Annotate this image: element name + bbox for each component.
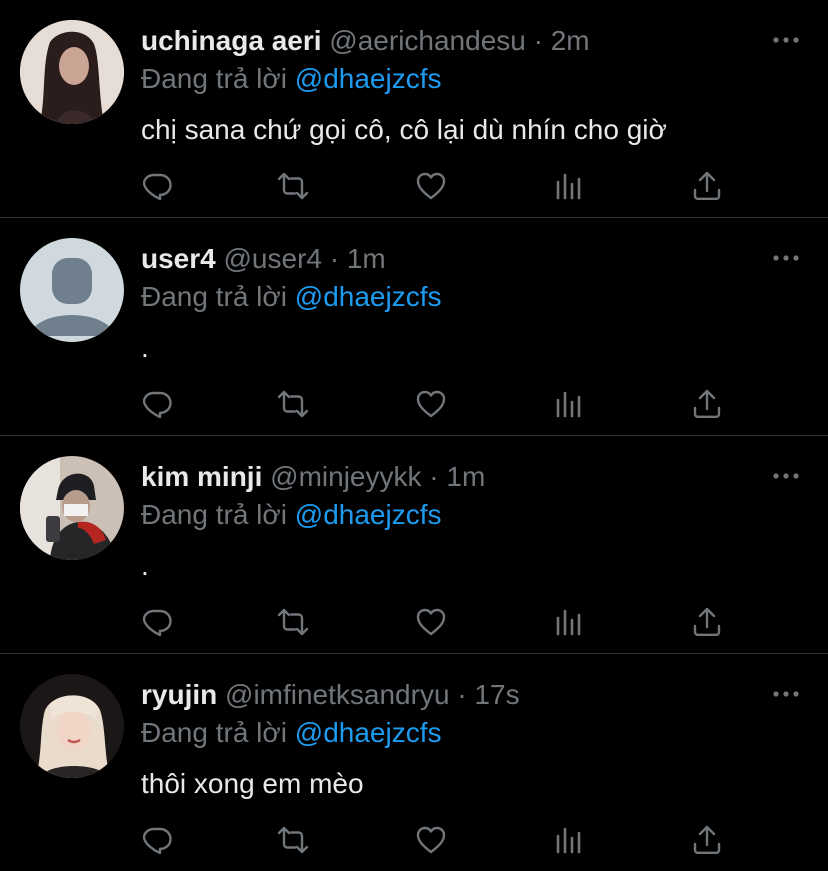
stats-icon[interactable]	[553, 170, 589, 206]
mention-link[interactable]: @dhaejzcfs	[295, 717, 442, 748]
tweet-item[interactable]: kim minji @minjeyykk · 1m Đang trả lời @…	[0, 436, 828, 654]
tweet-text: .	[141, 332, 149, 363]
user-handle[interactable]: @aerichandesu	[329, 25, 526, 56]
stats-icon[interactable]	[553, 388, 589, 424]
user-handle[interactable]: @user4	[224, 243, 322, 274]
action-bar	[141, 170, 781, 206]
reply-feed: uchinaga aeri @aerichandesu · 2m Đang tr…	[0, 0, 828, 871]
timestamp[interactable]: 1m	[347, 243, 386, 274]
display-name[interactable]: uchinaga aeri	[141, 25, 322, 56]
display-name[interactable]: user4	[141, 243, 216, 274]
avatar[interactable]	[20, 20, 124, 124]
heart-icon[interactable]	[415, 170, 451, 206]
share-icon[interactable]	[691, 170, 727, 206]
avatar[interactable]	[20, 456, 124, 560]
tweet-header: uchinaga aeri @aerichandesu · 2m	[141, 24, 590, 58]
reply-icon[interactable]	[141, 824, 177, 860]
replying-to: Đang trả lời @dhaejzcfs	[141, 62, 441, 96]
more-icon[interactable]	[772, 28, 800, 52]
action-bar	[141, 824, 781, 860]
reply-icon[interactable]	[141, 388, 177, 424]
separator-dot: ·	[457, 679, 467, 710]
more-icon[interactable]	[772, 464, 800, 488]
avatar[interactable]	[20, 674, 124, 778]
timestamp[interactable]: 17s	[474, 679, 519, 710]
tweet-header: ryujin @imfinetksandryu · 17s	[141, 678, 520, 712]
mention-link[interactable]: @dhaejzcfs	[295, 281, 442, 312]
tweet-text: thôi xong em mèo	[141, 768, 364, 799]
retweet-icon[interactable]	[277, 606, 313, 642]
replying-to: Đang trả lời @dhaejzcfs	[141, 498, 441, 532]
reply-icon[interactable]	[141, 606, 177, 642]
action-bar	[141, 606, 781, 642]
replying-to: Đang trả lời @dhaejzcfs	[141, 280, 441, 314]
user-handle[interactable]: @imfinetksandryu	[225, 679, 450, 710]
mention-link[interactable]: @dhaejzcfs	[295, 63, 442, 94]
display-name[interactable]: ryujin	[141, 679, 217, 710]
retweet-icon[interactable]	[277, 824, 313, 860]
tweet-text: chị sana chứ gọi cô, cô lại dù nhín cho …	[141, 114, 667, 145]
heart-icon[interactable]	[415, 824, 451, 860]
tweet-header: kim minji @minjeyykk · 1m	[141, 460, 485, 494]
tweet-item[interactable]: ryujin @imfinetksandryu · 17s Đang trả l…	[0, 654, 828, 871]
share-icon[interactable]	[691, 606, 727, 642]
avatar[interactable]	[20, 238, 124, 342]
replying-prefix: Đang trả lời	[141, 63, 287, 94]
separator-dot: ·	[429, 461, 439, 492]
display-name[interactable]: kim minji	[141, 461, 262, 492]
tweet-item[interactable]: uchinaga aeri @aerichandesu · 2m Đang tr…	[0, 0, 828, 218]
timestamp[interactable]: 1m	[446, 461, 485, 492]
retweet-icon[interactable]	[277, 170, 313, 206]
retweet-icon[interactable]	[277, 388, 313, 424]
tweet-text: .	[141, 550, 149, 581]
heart-icon[interactable]	[415, 388, 451, 424]
more-icon[interactable]	[772, 682, 800, 706]
replying-prefix: Đang trả lời	[141, 717, 287, 748]
timestamp[interactable]: 2m	[551, 25, 590, 56]
share-icon[interactable]	[691, 388, 727, 424]
tweet-header: user4 @user4 · 1m	[141, 242, 386, 276]
replying-prefix: Đang trả lời	[141, 499, 287, 530]
separator-dot: ·	[329, 243, 340, 274]
reply-icon[interactable]	[141, 170, 177, 206]
separator-dot: ·	[533, 25, 543, 56]
replying-prefix: Đang trả lời	[141, 281, 287, 312]
tweet-item[interactable]: user4 @user4 · 1m Đang trả lời @dhaejzcf…	[0, 218, 828, 436]
user-handle[interactable]: @minjeyykk	[270, 461, 421, 492]
action-bar	[141, 388, 781, 424]
more-icon[interactable]	[772, 246, 800, 270]
stats-icon[interactable]	[553, 824, 589, 860]
replying-to: Đang trả lời @dhaejzcfs	[141, 716, 441, 750]
share-icon[interactable]	[691, 824, 727, 860]
heart-icon[interactable]	[415, 606, 451, 642]
stats-icon[interactable]	[553, 606, 589, 642]
mention-link[interactable]: @dhaejzcfs	[295, 499, 442, 530]
